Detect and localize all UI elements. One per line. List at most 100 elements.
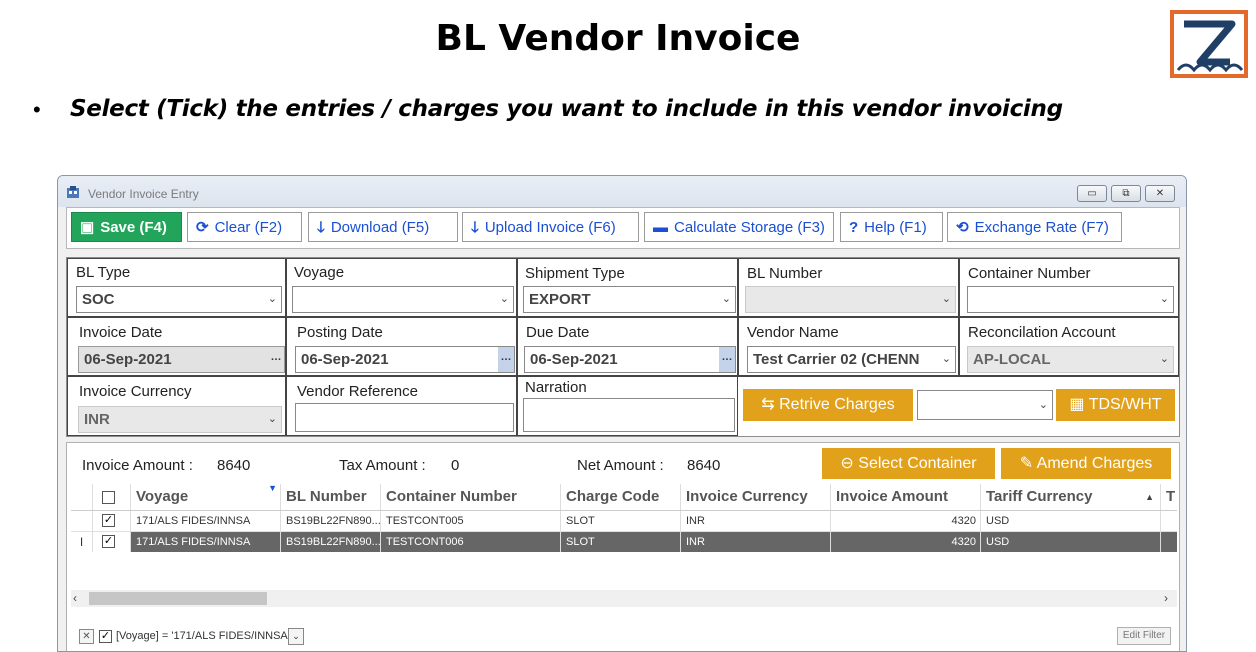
sort-asc-icon: ▲ xyxy=(1145,492,1154,502)
col-charge-code[interactable]: Charge Code xyxy=(561,484,681,510)
container-number-select[interactable]: ⌄ xyxy=(967,286,1174,313)
chevron-down-icon[interactable]: ⌄ xyxy=(939,347,951,372)
chevron-down-icon[interactable]: ⌄ xyxy=(268,407,277,432)
tds-wht-button[interactable]: ▦ TDS/WHT xyxy=(1056,389,1175,421)
ellipsis-icon[interactable]: … xyxy=(268,347,284,372)
col-invoice-currency[interactable]: Invoice Currency xyxy=(681,484,831,510)
help-button[interactable]: ? Help (F1) xyxy=(840,212,943,242)
container-number-label: Container Number xyxy=(968,265,1091,282)
arrow-down-icon: 🡓 xyxy=(471,219,479,236)
col-overflow[interactable]: T xyxy=(1161,484,1177,510)
row-checkbox[interactable]: ✓ xyxy=(102,535,115,548)
narration-label: Narration xyxy=(525,379,587,396)
due-date-value: 06-Sep-2021 xyxy=(530,351,618,368)
amend-charges-button[interactable]: ✎ Amend Charges xyxy=(1001,448,1171,479)
save-button[interactable]: ▣ Save (F4) xyxy=(71,212,182,242)
col-container-number-label: Container Number xyxy=(386,488,517,505)
clear-button[interactable]: ⟳ Clear (F2) xyxy=(187,212,302,242)
close-button[interactable]: ✕ xyxy=(1145,185,1175,202)
upload-invoice-button[interactable]: 🡓 Upload Invoice (F6) xyxy=(462,212,639,242)
chevron-left-icon[interactable]: ‹ xyxy=(73,591,77,605)
col-bl-number[interactable]: BL Number xyxy=(281,484,381,510)
cell-container-number: TESTCONT006 xyxy=(381,532,561,552)
filter-icon[interactable]: ▼ xyxy=(268,484,277,501)
due-date-label: Due Date xyxy=(526,324,590,341)
shipment-type-select[interactable]: EXPORT ⌄ xyxy=(523,286,736,313)
col-charge-code-label: Charge Code xyxy=(566,488,660,505)
charges-filter-select[interactable]: ⌄ xyxy=(917,390,1053,420)
calc-storage-label: Calculate Storage (F3) xyxy=(674,219,825,236)
chevron-down-icon[interactable]: ⌄ xyxy=(268,287,277,312)
recon-account-field: Reconcilation Account AP-LOCAL ⌄ xyxy=(959,317,1179,376)
ellipsis-icon[interactable]: … xyxy=(498,347,514,372)
vendor-name-select[interactable]: Test Carrier 02 (CHENN ⌄ xyxy=(747,346,956,373)
col-voyage[interactable]: Voyage ▼ xyxy=(131,484,281,510)
window-titlebar[interactable]: Vendor Invoice Entry ▭ ⧉ ✕ xyxy=(58,176,1186,207)
chevron-down-icon[interactable]: ⌄ xyxy=(1160,287,1169,312)
select-all-cell xyxy=(93,484,131,510)
cell-bl-number: BS19BL22FN890... xyxy=(281,532,381,552)
cell-voyage: 171/ALS FIDES/INNSA xyxy=(131,511,281,531)
shipment-type-field: Shipment Type EXPORT ⌄ xyxy=(517,258,738,317)
voyage-select[interactable]: ⌄ xyxy=(292,286,514,313)
row-checkbox[interactable]: ✓ xyxy=(102,514,115,527)
filter-enable-checkbox[interactable]: ✓ xyxy=(99,630,112,643)
net-amount-value: 8640 xyxy=(687,457,721,474)
bl-type-value: SOC xyxy=(82,291,115,308)
refresh-icon: ⟳ xyxy=(196,219,209,236)
col-container-number[interactable]: Container Number xyxy=(381,484,561,510)
vendor-name-field: Vendor Name Test Carrier 02 (CHENN ⌄ xyxy=(738,317,959,376)
narration-textarea[interactable] xyxy=(523,398,735,432)
chevron-down-icon[interactable]: ⌄ xyxy=(942,287,951,312)
clear-filter-icon[interactable]: ✕ xyxy=(79,629,94,644)
col-bl-number-label: BL Number xyxy=(286,488,367,505)
ellipsis-icon[interactable]: … xyxy=(719,347,735,372)
bl-type-select[interactable]: SOC ⌄ xyxy=(76,286,282,313)
vendor-reference-input[interactable] xyxy=(295,403,514,432)
col-invoice-currency-label: Invoice Currency xyxy=(686,488,808,505)
select-all-checkbox[interactable] xyxy=(102,491,115,504)
voyage-field: Voyage ⌄ xyxy=(286,258,517,317)
select-container-button[interactable]: ⊖ Select Container xyxy=(822,448,995,479)
due-date-input[interactable]: 06-Sep-2021 … xyxy=(524,346,736,373)
recon-account-select[interactable]: AP-LOCAL ⌄ xyxy=(967,346,1174,373)
maximize-button[interactable]: ⧉ xyxy=(1111,185,1141,202)
charges-actions: ⇆ Retrive Charges ⌄ ▦ TDS/WHT xyxy=(738,376,1179,436)
edit-filter-button[interactable]: Edit Filter xyxy=(1117,627,1171,645)
minimize-button[interactable]: ▭ xyxy=(1077,185,1107,202)
download-button[interactable]: 🡓 Download (F5) xyxy=(308,212,458,242)
bl-number-label: BL Number xyxy=(747,265,823,282)
recon-account-value: AP-LOCAL xyxy=(973,351,1051,368)
chevron-down-icon[interactable]: ⌄ xyxy=(1039,391,1048,419)
row-check-cell: ✓ xyxy=(93,532,131,552)
table-row[interactable]: I ✓ 171/ALS FIDES/INNSA BS19BL22FN890...… xyxy=(71,532,1177,552)
invoice-currency-label: Invoice Currency xyxy=(79,383,192,400)
col-tariff-currency[interactable]: Tariff Currency ▲ xyxy=(981,484,1161,510)
col-invoice-amount[interactable]: Invoice Amount xyxy=(831,484,981,510)
cell-voyage: 171/ALS FIDES/INNSA xyxy=(131,532,281,552)
invoice-currency-select[interactable]: INR ⌄ xyxy=(78,406,282,433)
chevron-down-icon[interactable]: ⌄ xyxy=(722,287,731,312)
chevron-down-icon[interactable]: ⌄ xyxy=(1160,347,1169,372)
row-indicator xyxy=(71,511,93,531)
retrive-charges-button[interactable]: ⇆ Retrive Charges xyxy=(743,389,913,421)
exchange-label: Exchange Rate (F7) xyxy=(974,219,1109,236)
chevron-down-icon[interactable]: ⌄ xyxy=(288,628,304,645)
invoice-amount-value: 8640 xyxy=(217,457,251,474)
horizontal-scrollbar[interactable]: ‹ › xyxy=(71,590,1177,607)
table-row[interactable]: ✓ 171/ALS FIDES/INNSA BS19BL22FN890... T… xyxy=(71,511,1177,532)
calculate-storage-button[interactable]: ▬ Calculate Storage (F3) xyxy=(644,212,834,242)
chevron-down-icon[interactable]: ⌄ xyxy=(500,287,509,312)
scrollbar-thumb[interactable] xyxy=(89,592,267,605)
filter-expression: [Voyage] = '171/ALS FIDES/INNSA' xyxy=(116,630,290,642)
tds-wht-label: TDS/WHT xyxy=(1088,396,1162,413)
bl-number-select[interactable]: ⌄ xyxy=(745,286,956,313)
invoice-date-value: 06-Sep-2021 xyxy=(84,351,172,368)
posting-date-input[interactable]: 06-Sep-2021… xyxy=(295,346,515,373)
chevron-right-icon[interactable]: › xyxy=(1164,591,1168,605)
invoice-date-input[interactable]: 06-Sep-2021 … xyxy=(78,346,285,373)
save-icon: ▣ xyxy=(80,219,95,236)
exchange-rate-button[interactable]: ⟲ Exchange Rate (F7) xyxy=(947,212,1122,242)
invoice-date-label: Invoice Date xyxy=(79,324,163,341)
col-invoice-amount-label: Invoice Amount xyxy=(836,488,948,505)
